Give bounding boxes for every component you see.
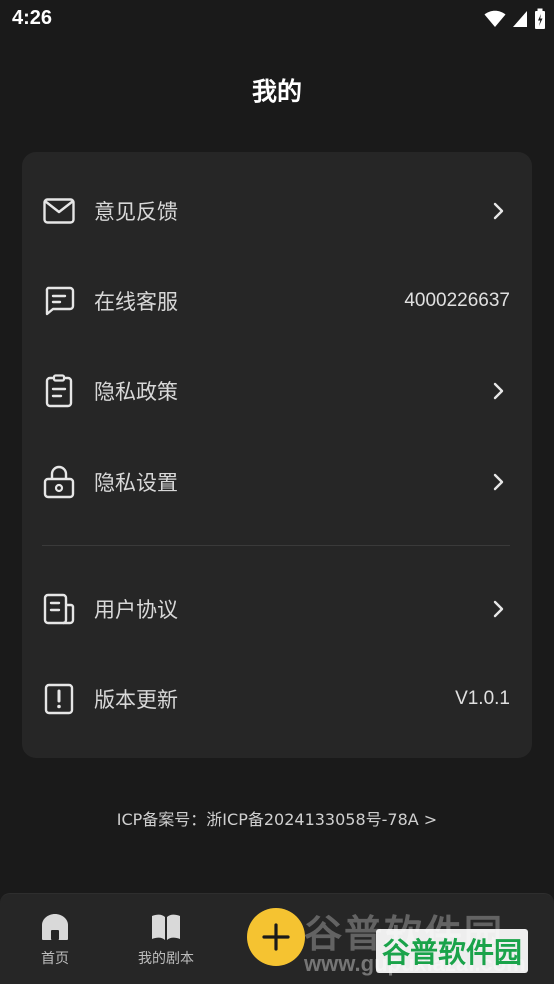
menu-item-label: 隐私设置	[94, 471, 178, 495]
menu-item-label: 意见反馈	[94, 200, 178, 224]
tab-label: 首页	[41, 951, 69, 967]
alert-icon	[42, 682, 76, 716]
version-value: V1.0.1	[455, 688, 510, 709]
book-icon	[152, 914, 180, 940]
signal-icon	[513, 11, 527, 27]
chevron-right-icon	[493, 600, 504, 618]
add-button[interactable]	[247, 908, 305, 966]
menu-item-label: 在线客服	[94, 290, 178, 314]
tab-label: 我的剧本	[138, 951, 194, 967]
menu-item-label: 用户协议	[94, 598, 178, 622]
menu-item-privacy-settings[interactable]: 隐私设置	[22, 452, 532, 512]
settings-card: 意见反馈 在线客服 4000226637 隐私政策 隐私设置 用户协议 版本更新…	[22, 152, 532, 758]
page-title: 我的	[251, 77, 302, 106]
menu-item-feedback[interactable]: 意见反馈	[22, 181, 532, 241]
watermark-logo: 谷普软件园	[376, 929, 529, 973]
chevron-right-icon	[493, 473, 504, 491]
mail-icon	[42, 194, 76, 228]
status-icons	[484, 8, 546, 30]
menu-divider	[42, 545, 510, 546]
menu-item-label: 版本更新	[94, 688, 178, 712]
menu-item-user-agreement[interactable]: 用户协议	[22, 579, 532, 639]
lock-icon	[42, 465, 76, 499]
document-icon	[42, 592, 76, 626]
status-time: 4:26	[12, 7, 53, 29]
menu-item-online-service[interactable]: 在线客服 4000226637	[22, 271, 532, 331]
chevron-right-icon	[493, 382, 504, 400]
watermark-text: 谷普软件园	[382, 936, 523, 969]
menu-item-label: 隐私政策	[94, 380, 178, 404]
status-bar: 4:26	[0, 0, 554, 40]
home-icon	[42, 914, 68, 940]
icp-link[interactable]: ICP备案号：浙ICP备2024133058号-78A >	[0, 806, 554, 830]
tab-my-scripts[interactable]: 我的剧本	[126, 912, 206, 968]
screen: 4:26 我的 意见反馈 在线客服 4000226637 隐私政策 隐私设置 用…	[0, 0, 554, 984]
watermark: 谷普软件园 www.gupuxiazai.com 谷普软件园	[300, 903, 554, 984]
wifi-icon	[484, 10, 506, 27]
chevron-right-icon	[493, 202, 504, 220]
clipboard-icon	[42, 374, 76, 408]
tab-home[interactable]: 首页	[15, 912, 95, 968]
menu-item-privacy-policy[interactable]: 隐私政策	[22, 361, 532, 421]
plus-icon	[262, 923, 290, 951]
service-phone: 4000226637	[404, 290, 510, 311]
menu-item-version-update[interactable]: 版本更新 V1.0.1	[22, 669, 532, 729]
battery-icon	[535, 8, 545, 29]
chat-icon	[42, 284, 76, 318]
